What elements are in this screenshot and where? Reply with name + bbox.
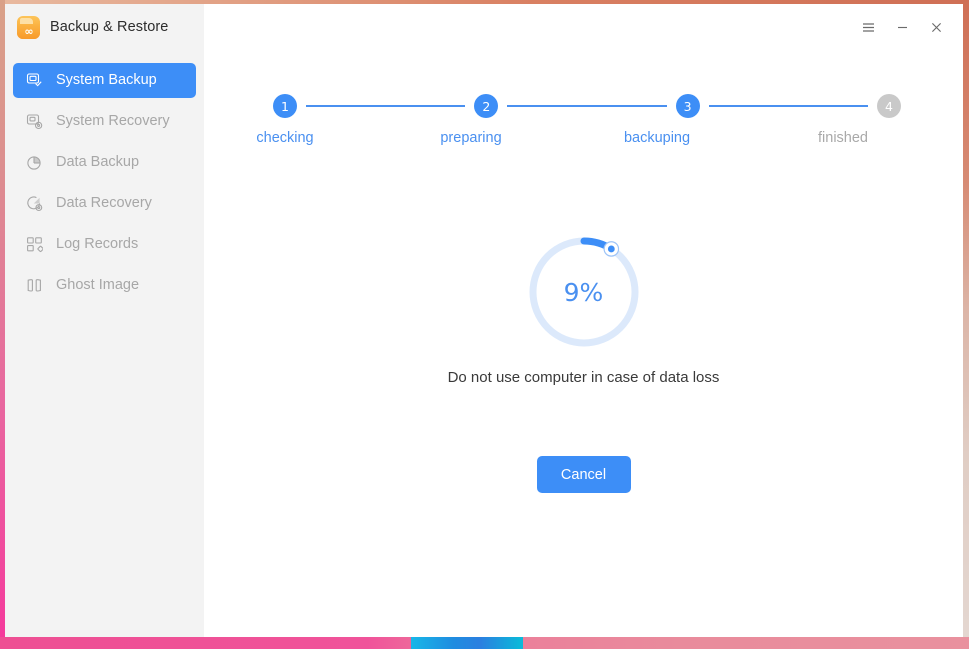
step-label-finished: finished [818, 130, 868, 146]
progress-percent-label: 9% [563, 277, 604, 307]
step-line-1-2 [306, 105, 466, 107]
step-line-2-3 [507, 105, 667, 107]
main-panel: 1 2 3 4 checking preparing backuping fin… [204, 4, 963, 637]
sidebar-item-label: Data Recovery [56, 195, 152, 211]
step-line-3-4 [708, 105, 868, 107]
app-brand: ∞ Backup & Restore [5, 4, 204, 50]
screen-root: ∞ Backup & Restore System Backup System … [0, 0, 969, 649]
progress-stepper: 1 2 3 4 checking preparing backuping fin… [204, 92, 963, 158]
system-backup-icon [26, 72, 43, 89]
sidebar-item-log-records[interactable]: Log Records [13, 227, 196, 262]
sidebar-nav: System Backup System Recovery Data Backu… [5, 63, 204, 303]
warning-text: Do not use computer in case of data loss [447, 369, 720, 386]
log-records-icon [26, 236, 43, 253]
sidebar-item-data-backup[interactable]: Data Backup [13, 145, 196, 180]
sidebar-item-label: Ghost Image [56, 277, 140, 293]
step-circle-3: 3 [675, 94, 700, 118]
stepper-track: 1 2 3 4 [273, 92, 901, 120]
sidebar-item-label: Data Backup [56, 154, 140, 170]
step-circle-4: 4 [876, 94, 901, 118]
sidebar-item-data-recovery[interactable]: Data Recovery [13, 186, 196, 221]
sidebar-item-system-recovery[interactable]: System Recovery [13, 104, 196, 139]
close-icon[interactable] [919, 10, 953, 44]
progress-ring: 9% [525, 233, 643, 351]
app-window: ∞ Backup & Restore System Backup System … [5, 4, 963, 637]
sidebar-item-system-backup[interactable]: System Backup [13, 63, 196, 98]
stepper-labels: checking preparing backuping finished [204, 130, 963, 152]
cancel-button[interactable]: Cancel [536, 456, 631, 493]
step-circle-2: 2 [474, 94, 499, 118]
window-controls [851, 4, 963, 50]
sidebar-item-label: System Backup [56, 72, 157, 88]
step-label-checking: checking [256, 130, 314, 146]
step-label-backuping: backuping [623, 130, 691, 146]
menu-icon[interactable] [851, 10, 885, 44]
minimize-icon[interactable] [885, 10, 919, 44]
sidebar-item-label: System Recovery [56, 113, 170, 129]
sidebar-item-ghost-image[interactable]: Ghost Image [13, 268, 196, 303]
sidebar: ∞ Backup & Restore System Backup System … [5, 4, 204, 637]
step-circle-1: 1 [273, 94, 297, 118]
data-recovery-icon [26, 195, 43, 212]
data-backup-icon [26, 154, 43, 171]
sidebar-item-label: Log Records [56, 236, 139, 252]
step-label-preparing: preparing [440, 130, 502, 146]
window-frame-right [963, 0, 969, 649]
taskbar-sliver [411, 637, 523, 649]
system-recovery-icon [26, 113, 43, 130]
ghost-image-icon [26, 277, 43, 294]
logo-infinity-glyph: ∞ [24, 24, 33, 38]
backup-box-icon: ∞ [17, 15, 40, 39]
app-title: Backup & Restore [50, 19, 169, 35]
